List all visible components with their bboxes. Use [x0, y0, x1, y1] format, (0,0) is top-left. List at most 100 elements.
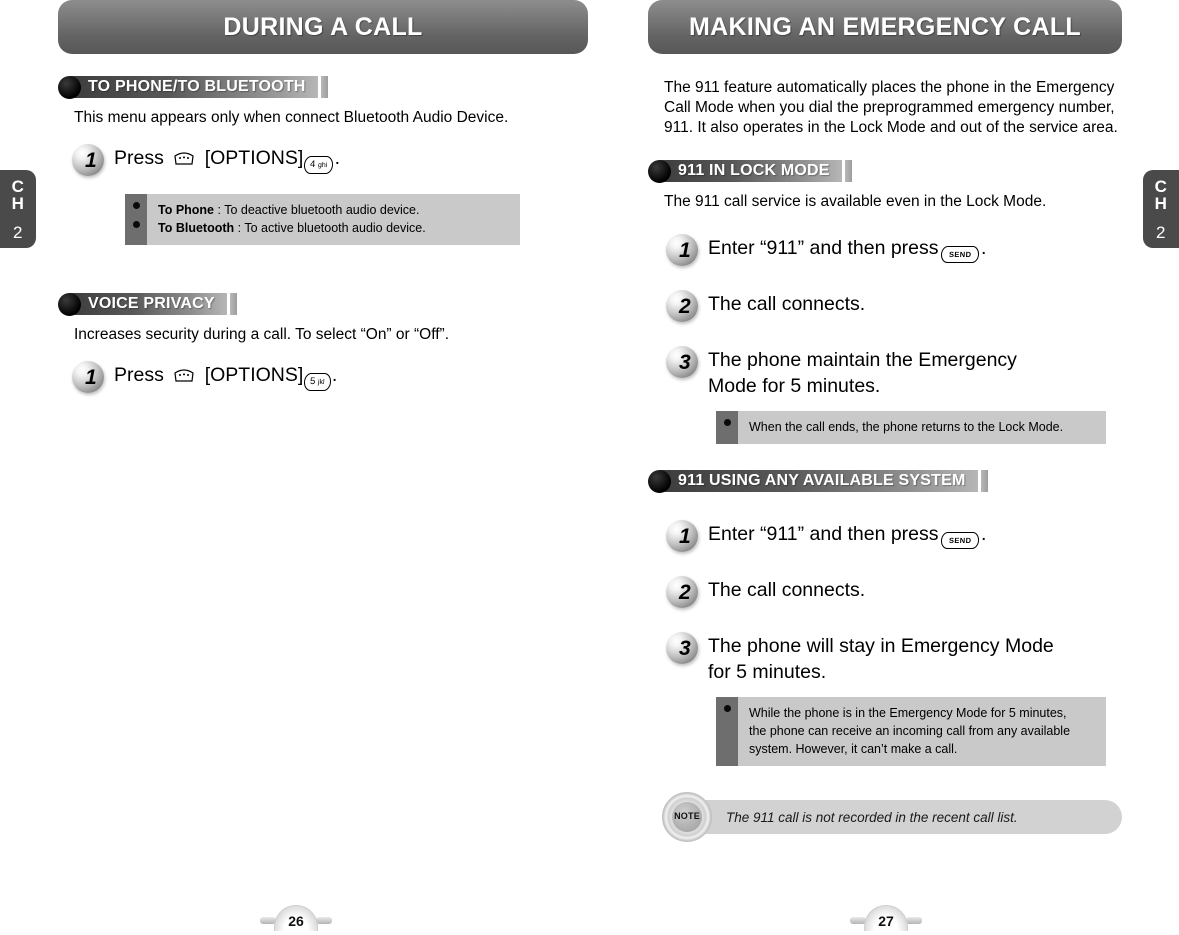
- keypad-key-5-icon: 5 jkl: [303, 373, 332, 391]
- chapter-tab-left: C H 2: [0, 170, 36, 248]
- info-box-body: While the phone is in the Emergency Mode…: [738, 697, 1106, 766]
- info-bullet-column: [716, 697, 738, 766]
- info-term: To Bluetooth: [158, 221, 235, 235]
- page-title-making-an-emergency-call: MAKING AN EMERGENCY CALL: [648, 0, 1122, 54]
- info-box: While the phone is in the Emergency Mode…: [716, 697, 1106, 766]
- step-number: 2: [679, 581, 691, 604]
- step-suffix: .: [334, 147, 341, 169]
- note-badge-label: NOTE: [674, 811, 700, 821]
- section-heading-label: VOICE PRIVACY: [70, 293, 227, 315]
- step-prefix: Press: [114, 364, 164, 386]
- step-item: 1 Press [OPTIONS] 4 ghi.: [72, 142, 588, 178]
- key-digit: 5: [310, 376, 316, 387]
- section-header: TO PHONE/TO BLUETOOTH: [58, 75, 588, 99]
- step-number-ball: 1: [72, 359, 114, 395]
- step-number: 1: [679, 525, 691, 548]
- page-number: 27: [864, 905, 908, 931]
- step-item: 2 The call connects.: [666, 288, 1122, 324]
- step-item: 1 Enter “911” and then press SEND.: [666, 518, 1122, 554]
- page-number: 26: [274, 905, 318, 931]
- step-instruction: Press [OPTIONS] 5 jkl.: [114, 359, 337, 391]
- section-header: 911 IN LOCK MODE: [648, 159, 1122, 183]
- bullet-dot-icon: [723, 705, 731, 712]
- step-number-ball: 2: [666, 288, 708, 324]
- bullet-dot-icon: [132, 221, 140, 228]
- step-number-ball: 1: [666, 518, 708, 554]
- section-heading-label: TO PHONE/TO BLUETOOTH: [70, 76, 318, 98]
- info-line: To Bluetooth : To active bluetooth audio…: [158, 219, 510, 237]
- bullet-circle-icon: [648, 159, 671, 183]
- chapter-tab-c: C: [11, 176, 25, 196]
- step-text-before: Enter “911” and then press: [708, 237, 939, 259]
- key-letters: ghi: [318, 162, 328, 169]
- step-instruction: Enter “911” and then press SEND.: [708, 232, 986, 263]
- left-page: DURING A CALL TO PHONE/TO BLUETOOTH This…: [58, 0, 588, 395]
- step-instruction: Press [OPTIONS] 4 ghi.: [114, 142, 340, 174]
- note-text: The 911 call is not recorded in the rece…: [704, 800, 1122, 834]
- page-wing-right-icon: [316, 917, 332, 924]
- info-bullet-column: [125, 194, 147, 245]
- step-item: 1 Enter “911” and then press SEND.: [666, 232, 1122, 268]
- step-number: 3: [679, 637, 691, 660]
- step-number-ball: 3: [666, 630, 708, 666]
- bullet-circle-icon: [648, 469, 671, 493]
- info-term: To Phone: [158, 203, 215, 217]
- step-number-ball: 3: [666, 344, 708, 380]
- info-box: When the call ends, the phone returns to…: [716, 411, 1106, 444]
- section-body-text: The 911 call service is available even i…: [664, 193, 1047, 210]
- options-softkey-icon: [173, 364, 195, 382]
- info-line: system. However, it can’t make a call.: [749, 742, 958, 756]
- info-line: the phone can receive an incoming call f…: [749, 724, 1071, 738]
- keypad-key-4-icon: 4 ghi: [303, 156, 335, 174]
- page-title-during-a-call: DURING A CALL: [58, 0, 588, 54]
- info-bullet-column: [716, 411, 738, 444]
- step-instruction: The call connects.: [708, 293, 866, 315]
- section-body-text: This menu appears only when connect Blue…: [74, 109, 509, 126]
- section-heading-label: 911 USING ANY AVAILABLE SYSTEM: [660, 470, 978, 492]
- step-item: 3 The phone maintain the Emergency Mode …: [666, 344, 1122, 399]
- intro-paragraph: The 911 feature automatically places the…: [664, 79, 1118, 136]
- step-number: 1: [85, 149, 97, 172]
- step-prefix: Press: [114, 147, 164, 169]
- section-body-text: Increases security during a call. To sel…: [74, 326, 450, 343]
- step-instruction: Enter “911” and then press SEND.: [708, 518, 986, 549]
- key-digit: 4: [310, 159, 316, 170]
- info-line: While the phone is in the Emergency Mode…: [749, 706, 1067, 720]
- step-number: 1: [85, 366, 97, 389]
- send-key-icon: SEND: [940, 246, 980, 263]
- step-item: 2 The call connects.: [666, 574, 1122, 610]
- bullet-circle-icon: [58, 75, 81, 99]
- info-desc: : To deactive bluetooth audio device.: [214, 203, 420, 217]
- info-box-body: When the call ends, the phone returns to…: [738, 411, 1106, 444]
- info-desc: : To active bluetooth audio device.: [234, 221, 426, 235]
- chapter-tab-number: 2: [13, 222, 23, 242]
- section-header: VOICE PRIVACY: [58, 292, 588, 316]
- page-wing-right-icon: [906, 917, 922, 924]
- info-line: To Phone : To deactive bluetooth audio d…: [158, 201, 510, 219]
- note-callout: NOTE The 911 call is not recorded in the…: [662, 792, 1122, 842]
- info-box-body: To Phone : To deactive bluetooth audio d…: [147, 194, 520, 245]
- chapter-tab-h: H: [1154, 193, 1168, 213]
- section-cap-decor: [980, 470, 988, 492]
- key-letters: jkl: [318, 379, 326, 386]
- step-number: 3: [679, 351, 691, 374]
- step-text-after: .: [980, 237, 987, 259]
- info-line: When the call ends, the phone returns to…: [749, 420, 1064, 434]
- section-cap-decor: [229, 293, 237, 315]
- section-heading-label: 911 IN LOCK MODE: [660, 160, 842, 182]
- section-911-in-lock-mode: 911 IN LOCK MODE The 911 call service is…: [648, 159, 1122, 444]
- step-instruction: The phone maintain the Emergency Mode fo…: [708, 349, 1017, 397]
- chapter-tab-h: H: [11, 193, 25, 213]
- options-label: [OPTIONS]: [204, 147, 304, 169]
- options-softkey-icon: [173, 147, 195, 165]
- step-number-ball: 1: [72, 142, 114, 178]
- section-cap-decor: [320, 76, 328, 98]
- chapter-tab-number: 2: [1156, 222, 1166, 242]
- step-instruction: The call connects.: [708, 579, 866, 601]
- note-badge-icon: NOTE: [662, 792, 712, 842]
- step-text-after: .: [980, 523, 987, 545]
- step-number: 1: [679, 239, 691, 262]
- bullet-dot-icon: [132, 202, 140, 209]
- page-number-footer-left: 26: [260, 905, 332, 931]
- section-to-phone-to-bluetooth: TO PHONE/TO BLUETOOTH This menu appears …: [58, 75, 588, 245]
